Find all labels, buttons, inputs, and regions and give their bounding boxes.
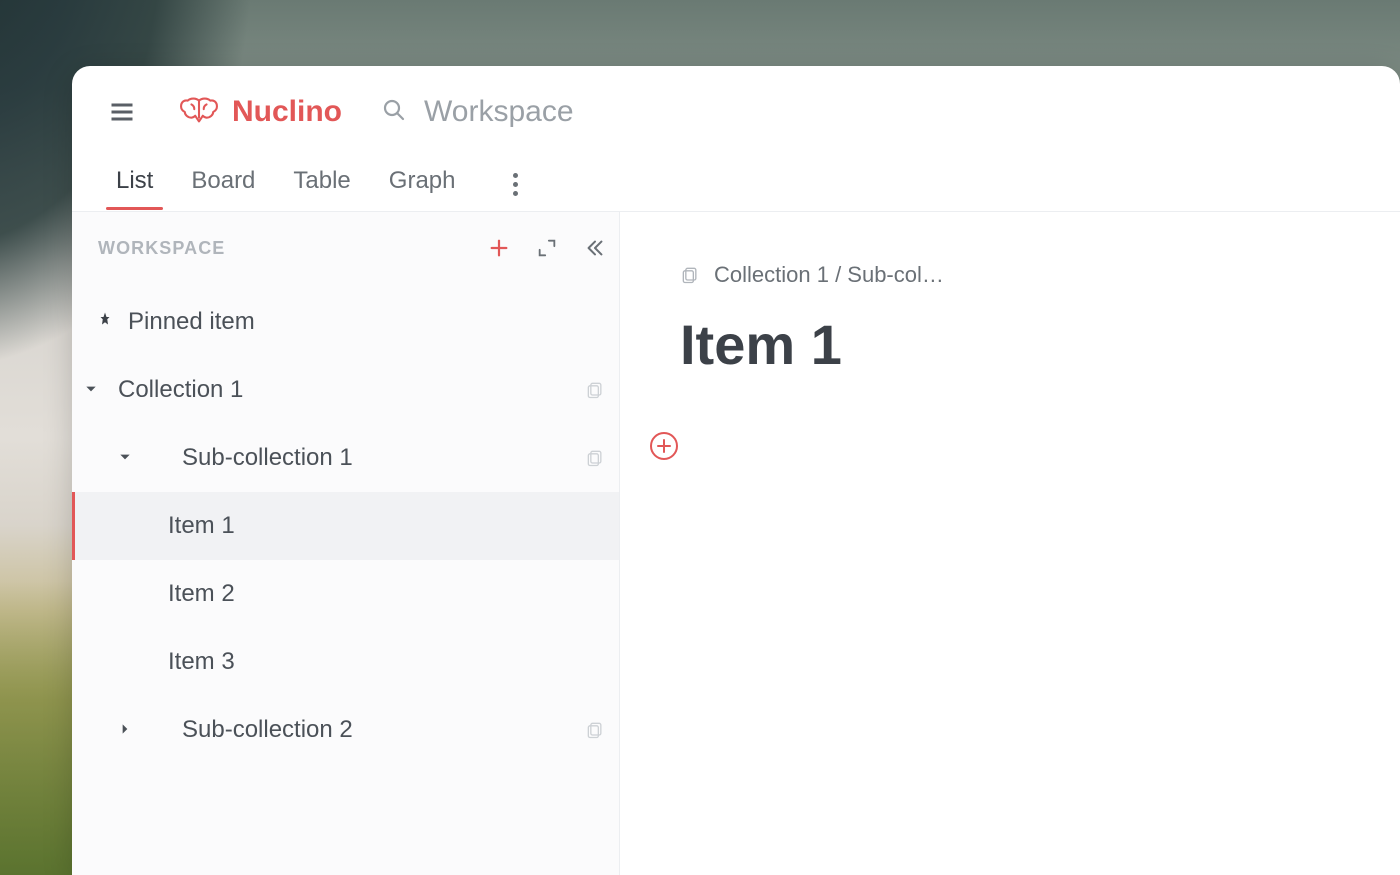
expand-icon — [536, 237, 558, 259]
collection-icon — [585, 448, 605, 468]
chevron-right-icon — [72, 722, 118, 738]
sidebar-fullscreen-button[interactable] — [523, 224, 571, 272]
sidebar-tree: Pinned item Collection 1 — [72, 284, 619, 875]
sidebar-sub-collection-1[interactable]: Sub-collection 1 — [72, 424, 619, 492]
brand-name: Nuclino — [232, 95, 342, 129]
view-tabs: List Board Table Graph — [72, 158, 1400, 212]
collection-icon — [585, 720, 605, 740]
sub-collection-2-label: Sub-collection 2 — [122, 716, 353, 744]
page-title[interactable]: Item 1 — [680, 312, 1340, 377]
add-content-button[interactable] — [650, 432, 678, 460]
sidebar-item-2[interactable]: Item 2 — [72, 560, 619, 628]
sidebar-item-1[interactable]: Item 1 — [72, 492, 619, 560]
tab-table[interactable]: Table — [293, 161, 350, 209]
menu-button[interactable] — [98, 88, 146, 136]
search — [382, 95, 1400, 129]
chevron-down-icon — [72, 382, 88, 398]
workspace-label: WORKSPACE — [98, 238, 225, 259]
sidebar-sub-collection-2[interactable]: Sub-collection 2 — [72, 696, 619, 764]
chevrons-left-icon — [584, 237, 606, 259]
collection-icon — [585, 380, 605, 400]
tabs-more-button[interactable] — [501, 171, 529, 199]
plus-icon — [488, 237, 510, 259]
app-body: WORKSPACE — [72, 212, 1400, 875]
brand[interactable]: Nuclino — [176, 95, 342, 129]
item-3-label: Item 3 — [72, 648, 235, 676]
tab-graph[interactable]: Graph — [389, 161, 456, 209]
item-1-label: Item 1 — [72, 512, 235, 540]
pinned-item-label: Pinned item — [128, 308, 255, 336]
tab-board[interactable]: Board — [191, 161, 255, 209]
brain-icon — [176, 95, 222, 129]
hamburger-icon — [108, 98, 136, 126]
pin-icon — [72, 311, 128, 334]
search-input[interactable] — [424, 95, 784, 129]
breadcrumb-icon — [680, 265, 700, 285]
sidebar-add-button[interactable] — [475, 224, 523, 272]
app-window: Nuclino List Board Table Graph WORKSPACE — [72, 66, 1400, 875]
sidebar-header: WORKSPACE — [72, 212, 619, 284]
content-area: Collection 1 / Sub-collection 1 Item 1 — [620, 212, 1400, 875]
sidebar: WORKSPACE — [72, 212, 620, 875]
breadcrumb[interactable]: Collection 1 / Sub-collection 1 — [680, 262, 1340, 288]
tab-list[interactable]: List — [116, 161, 153, 209]
app-header: Nuclino — [72, 66, 1400, 158]
collection-1-label: Collection 1 — [92, 376, 243, 404]
sidebar-item-3[interactable]: Item 3 — [72, 628, 619, 696]
sub-collection-1-label: Sub-collection 1 — [122, 444, 353, 472]
breadcrumb-text: Collection 1 / Sub-collection 1 — [714, 262, 944, 288]
kebab-icon — [513, 182, 518, 187]
sidebar-collection-1[interactable]: Collection 1 — [72, 356, 619, 424]
sidebar-pinned-item[interactable]: Pinned item — [72, 288, 619, 356]
chevron-down-icon — [72, 450, 118, 466]
search-icon — [382, 98, 406, 127]
item-2-label: Item 2 — [72, 580, 235, 608]
sidebar-collapse-button[interactable] — [571, 224, 619, 272]
